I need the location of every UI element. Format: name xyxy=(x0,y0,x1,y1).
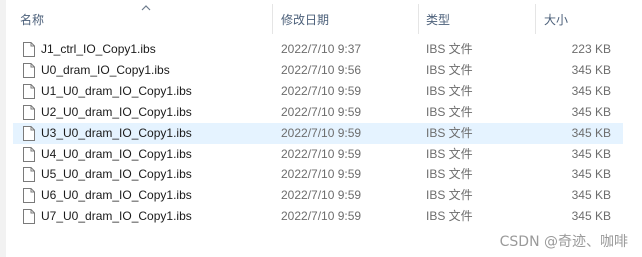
document-icon xyxy=(23,146,35,162)
file-type: IBS 文件 xyxy=(426,188,473,203)
file-row[interactable]: J1_ctrl_IO_Copy1.ibs 2022/7/10 9:37 IBS 文件… xyxy=(13,39,623,60)
column-divider[interactable] xyxy=(535,4,536,34)
file-row[interactable]: U0_dram_IO_Copy1.ibs 2022/7/10 9:56 IBS 文件… xyxy=(13,60,623,81)
file-size: 345 KB xyxy=(571,209,611,224)
file-modified-date: 2022/7/10 9:59 xyxy=(281,209,362,224)
file-row[interactable]: U7_U0_dram_IO_Copy1.ibs 2022/7/10 9:59 IBS… xyxy=(13,206,623,227)
document-icon xyxy=(23,83,35,99)
left-pane-edge xyxy=(0,0,6,257)
file-name: U1_U0_dram_IO_Copy1.ibs xyxy=(41,83,192,98)
file-type: IBS 文件 xyxy=(426,42,473,56)
file-size: 345 KB xyxy=(571,83,611,98)
file-name: U6_U0_dram_IO_Copy1.ibs xyxy=(41,188,192,203)
column-divider[interactable] xyxy=(418,4,419,34)
document-icon xyxy=(23,62,35,78)
file-type: IBS 文件 xyxy=(426,104,473,119)
file-name: U0_dram_IO_Copy1.ibs xyxy=(41,62,170,77)
column-header: 名称 修改日期 类型 大小 xyxy=(0,0,642,36)
column-header-name[interactable]: 名称 xyxy=(20,0,44,36)
file-type: IBS 文件 xyxy=(426,62,473,77)
file-row[interactable]: U1_U0_dram_IO_Copy1.ibs 2022/7/10 9:59 IBS… xyxy=(13,81,623,102)
file-row[interactable]: U5_U0_dram_IO_Copy1.ibs 2022/7/10 9:59 IBS… xyxy=(13,164,623,185)
file-size: 345 KB xyxy=(571,188,611,203)
file-modified-date: 2022/7/10 9:59 xyxy=(281,167,362,182)
document-icon xyxy=(23,42,35,57)
file-name: U2_U0_dram_IO_Copy1.ibs xyxy=(41,104,192,119)
file-size: 345 KB xyxy=(571,167,611,182)
file-modified-date: 2022/7/10 9:59 xyxy=(281,125,362,140)
document-icon xyxy=(23,125,35,141)
file-name: J1_ctrl_IO_Copy1.ibs xyxy=(41,42,156,56)
sort-ascending-icon xyxy=(141,5,151,11)
file-type: IBS 文件 xyxy=(426,209,473,224)
file-modified-date: 2022/7/10 9:59 xyxy=(281,104,362,119)
file-type: IBS 文件 xyxy=(426,167,473,182)
file-modified-date: 2022/7/10 9:37 xyxy=(281,42,362,56)
file-explorer: 名称 修改日期 类型 大小 J1_ctrl_IO_Copy1.ibs 2022/7… xyxy=(0,0,642,257)
file-row[interactable]: U4_U0_dram_IO_Copy1.ibs 2022/7/10 9:59 IBS… xyxy=(13,144,623,165)
file-name: U7_U0_dram_IO_Copy1.ibs xyxy=(41,209,192,224)
file-size: 345 KB xyxy=(571,62,611,77)
file-modified-date: 2022/7/10 9:56 xyxy=(281,62,362,77)
document-icon xyxy=(23,104,35,120)
column-divider[interactable] xyxy=(272,4,273,34)
column-header-size[interactable]: 大小 xyxy=(544,0,568,36)
file-name: U4_U0_dram_IO_Copy1.ibs xyxy=(41,146,192,161)
file-name: U5_U0_dram_IO_Copy1.ibs xyxy=(41,167,192,182)
document-icon xyxy=(23,209,35,225)
file-modified-date: 2022/7/10 9:59 xyxy=(281,146,362,161)
file-name: U3_U0_dram_IO_Copy1.ibs xyxy=(41,125,192,140)
column-header-date[interactable]: 修改日期 xyxy=(281,0,329,36)
watermark: CSDN @奇迹、咖啡 xyxy=(499,234,628,250)
file-row[interactable]: U3_U0_dram_IO_Copy1.ibs 2022/7/10 9:59 IBS… xyxy=(13,122,623,144)
file-modified-date: 2022/7/10 9:59 xyxy=(281,83,362,98)
file-type: IBS 文件 xyxy=(426,125,473,140)
file-size: 345 KB xyxy=(571,146,611,161)
document-icon xyxy=(23,188,35,204)
file-type: IBS 文件 xyxy=(426,83,473,98)
document-icon xyxy=(23,167,35,183)
file-size: 345 KB xyxy=(571,104,611,119)
file-size: 223 KB xyxy=(571,42,611,56)
file-size: 345 KB xyxy=(571,125,611,140)
file-row[interactable]: U6_U0_dram_IO_Copy1.ibs 2022/7/10 9:59 IBS… xyxy=(13,185,623,206)
file-modified-date: 2022/7/10 9:59 xyxy=(281,188,362,203)
file-type: IBS 文件 xyxy=(426,146,473,161)
file-row[interactable]: U2_U0_dram_IO_Copy1.ibs 2022/7/10 9:59 IBS… xyxy=(13,102,623,123)
column-header-type[interactable]: 类型 xyxy=(426,0,450,36)
